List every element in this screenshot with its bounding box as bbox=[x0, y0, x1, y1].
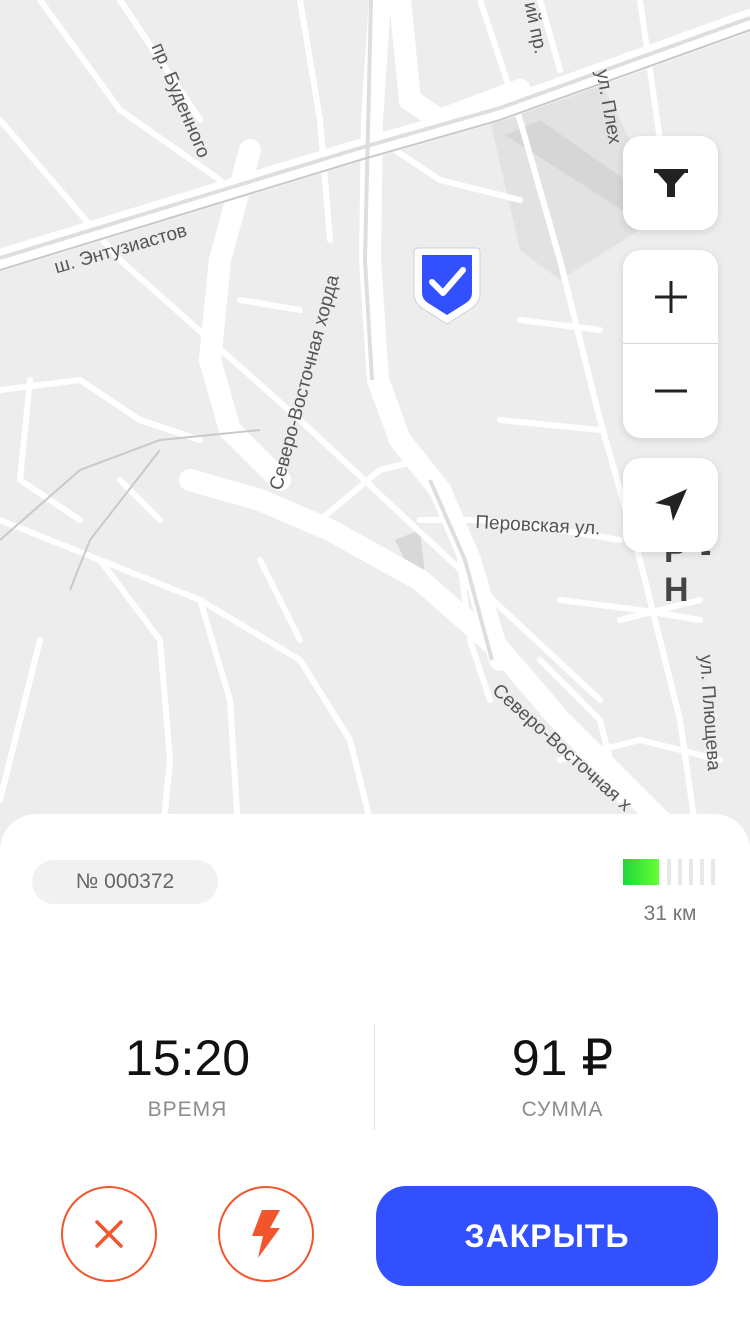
range-label: 31 км bbox=[643, 902, 697, 925]
ride-sheet: № 000372 31 км 15:20 ВРЕМЯ 91 ₽ СУММА ЗА… bbox=[0, 814, 750, 1334]
sum-value: 91 ₽ bbox=[511, 1030, 614, 1086]
battery-segment bbox=[700, 859, 704, 885]
time-value: 15:20 bbox=[124, 1030, 251, 1086]
order-number-badge: № 000372 bbox=[32, 860, 218, 904]
close-ride-button[interactable]: ЗАКРЫТЬ bbox=[376, 1186, 718, 1286]
navigation-arrow-icon bbox=[654, 489, 687, 521]
time-stat: 15:20 ВРЕМЯ bbox=[0, 1028, 375, 1122]
sum-label: СУММА bbox=[521, 1098, 604, 1121]
boost-button[interactable] bbox=[218, 1186, 314, 1282]
sum-stat: 91 ₽ СУММА bbox=[375, 1028, 750, 1122]
map-view[interactable]: ш. Энтузиастов пр. Буденного Северо-Вост… bbox=[0, 0, 750, 860]
shield-check-icon bbox=[413, 247, 481, 325]
locate-button[interactable] bbox=[623, 458, 718, 552]
cancel-button[interactable] bbox=[61, 1186, 157, 1282]
lightning-icon bbox=[252, 1210, 280, 1258]
filter-icon bbox=[653, 169, 688, 197]
battery-indicator bbox=[623, 859, 719, 885]
zoom-out-button[interactable] bbox=[623, 344, 718, 437]
battery-segment bbox=[689, 859, 693, 885]
battery-segment bbox=[667, 859, 671, 885]
battery-fill bbox=[623, 859, 659, 885]
zoom-controls bbox=[623, 250, 718, 438]
close-icon bbox=[95, 1220, 123, 1248]
plus-icon bbox=[654, 280, 687, 313]
filter-button[interactable] bbox=[623, 136, 718, 230]
battery-segment bbox=[711, 859, 715, 885]
zoom-in-button[interactable] bbox=[623, 250, 718, 343]
scooter-pin[interactable] bbox=[412, 244, 482, 326]
battery-segment bbox=[678, 859, 682, 885]
minus-icon bbox=[654, 389, 687, 392]
time-label: ВРЕМЯ bbox=[147, 1098, 228, 1121]
